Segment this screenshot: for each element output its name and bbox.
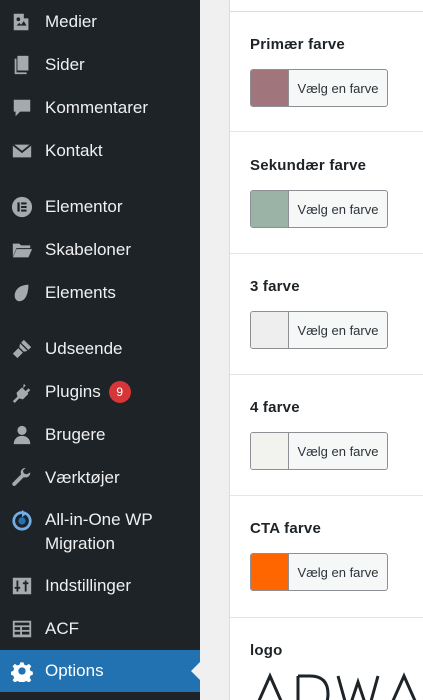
sidebar-item-indstillinger[interactable]: Indstillinger <box>0 574 200 598</box>
sidebar-item-acf[interactable]: ACF <box>0 617 200 641</box>
sidebar-item-skabeloner[interactable]: Skabeloner <box>0 238 200 262</box>
sidebar-item-label: Udseende <box>45 339 123 358</box>
acf-icon <box>10 617 34 641</box>
divider <box>230 374 423 375</box>
mail-icon <box>10 139 34 163</box>
color-picker-button[interactable]: Vælg en farve <box>250 553 388 591</box>
sidebar-item-kommentarer[interactable]: Kommentarer <box>0 96 200 120</box>
sidebar-item-brugere[interactable]: Brugere <box>0 423 200 447</box>
folder-icon <box>10 238 34 262</box>
sidebar-item-label: Elementor <box>45 197 123 216</box>
sidebar-item-label: All-in-One WP Migration <box>45 510 153 553</box>
sidebar-item-medier[interactable]: Medier <box>0 10 200 34</box>
sidebar-item-udseende[interactable]: Udseende <box>0 337 200 361</box>
color-swatch <box>251 312 289 348</box>
color-picker-button[interactable]: Vælg en farve <box>250 311 388 349</box>
color-picker-label: Vælg en farve <box>297 201 379 217</box>
update-count-badge: 9 <box>108 381 131 403</box>
color-picker-button[interactable]: Vælg en farve <box>250 190 388 228</box>
divider <box>230 617 423 618</box>
color-picker-label: Vælg en farve <box>297 443 379 459</box>
sidebar-item-label: ACF <box>45 619 79 638</box>
color-picker-button[interactable]: Vælg en farve <box>250 432 388 470</box>
divider <box>230 131 423 132</box>
sidebar-item-label: Kommentarer <box>45 98 148 117</box>
wrench-icon <box>10 466 34 490</box>
sidebar-item-label: Skabeloner <box>45 240 132 259</box>
divider <box>230 495 423 496</box>
sidebar-item-plugins[interactable]: Plugins 9 <box>0 380 200 404</box>
divider <box>230 11 423 12</box>
migration-icon <box>10 508 34 532</box>
sidebar-item-label: Værktøjer <box>45 468 120 487</box>
sidebar-item-options[interactable]: Options <box>0 650 200 692</box>
divider <box>230 253 423 254</box>
sidebar-item-elementor[interactable]: Elementor <box>0 195 200 219</box>
pages-icon <box>10 53 34 77</box>
color-swatch <box>251 433 289 469</box>
sidebar-item-label: Medier <box>45 12 97 31</box>
color-picker-label: Vælg en farve <box>297 564 379 580</box>
field-label: CTA farve <box>250 520 321 537</box>
user-icon <box>10 423 34 447</box>
sidebar-item-vaerktojer[interactable]: Værktøjer <box>0 466 200 490</box>
color-picker-label: Vælg en farve <box>297 322 379 338</box>
color-picker-label: Vælg en farve <box>297 80 379 96</box>
admin-sidebar: Medier Sider Kommentarer Kontakt Element… <box>0 0 200 700</box>
sidebar-item-kontakt[interactable]: Kontakt <box>0 139 200 163</box>
sidebar-item-label: Kontakt <box>45 141 103 160</box>
elementor-icon <box>10 195 34 219</box>
sidebar-item-label: Brugere <box>45 425 106 444</box>
sidebar-item-elements[interactable]: Elements <box>0 281 200 305</box>
settings-icon <box>10 574 34 598</box>
sidebar-item-label: Plugins 9 <box>45 380 131 404</box>
sidebar-item-all-in-one-wp-migration[interactable]: All-in-One WP Migration <box>0 508 200 556</box>
color-picker-button[interactable]: Vælg en farve <box>250 69 388 107</box>
sidebar-item-label: Indstillinger <box>45 576 131 595</box>
logo-image-preview[interactable] <box>250 672 423 700</box>
brush-icon <box>10 337 34 361</box>
active-indicator <box>191 662 200 680</box>
content-gutter <box>200 0 229 700</box>
sidebar-item-label: Elements <box>45 283 116 302</box>
sidebar-item-label: Options <box>45 661 104 680</box>
field-label: 4 farve <box>250 399 300 416</box>
comments-icon <box>10 96 34 120</box>
color-swatch <box>251 191 289 227</box>
color-swatch <box>251 554 289 590</box>
field-label: logo <box>250 642 283 659</box>
leaf-icon <box>10 281 34 305</box>
options-panel: Primær farve Vælg en farve Sekundær farv… <box>229 0 423 700</box>
sidebar-item-label: Sider <box>45 55 85 74</box>
gear-icon <box>10 659 34 683</box>
field-label: 3 farve <box>250 278 300 295</box>
sidebar-item-sider[interactable]: Sider <box>0 53 200 77</box>
field-label: Sekundær farve <box>250 157 367 174</box>
media-icon <box>10 10 34 34</box>
plugin-icon <box>10 380 34 404</box>
field-label: Primær farve <box>250 36 345 53</box>
color-swatch <box>251 70 289 106</box>
